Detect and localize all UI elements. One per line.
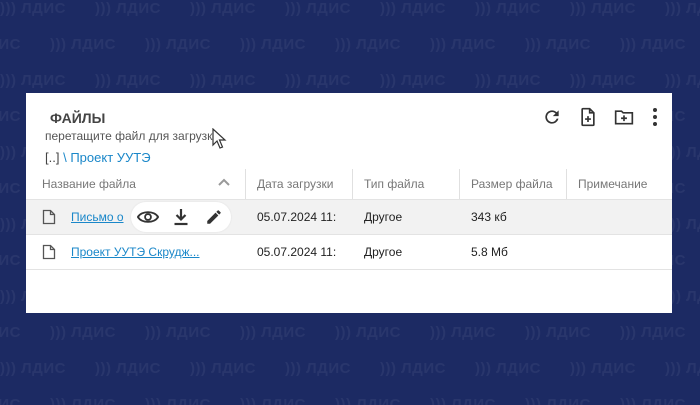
watermark-text: ))) ЛДИС (190, 360, 256, 377)
watermark-text: ))) ЛДИС (380, 0, 446, 17)
table-row[interactable]: Письмо о 05.07.2024 11: Другое 343 кб (26, 200, 672, 235)
add-folder-icon (614, 110, 634, 125)
watermark-text: ))) ЛДИС (0, 0, 66, 17)
watermark-text: ))) ЛДИС (0, 324, 21, 341)
watermark-text: ))) ЛДИС (620, 36, 686, 53)
watermark-text: ))) ЛДИС (0, 180, 21, 197)
view-icon (136, 211, 159, 223)
add-folder-button[interactable] (612, 105, 636, 129)
watermark-text: ))) ЛДИС (50, 396, 116, 405)
watermark-text: ))) ЛДИС (335, 36, 401, 53)
watermark-text: ))) ЛДИС (285, 360, 351, 377)
watermark-text: ))) ЛДИС (525, 324, 591, 341)
watermark-text: ))) ЛДИС (145, 36, 211, 53)
watermark-text: ))) ЛДИС (570, 72, 636, 89)
file-link[interactable]: Письмо о (71, 210, 124, 224)
file-type: Другое (364, 245, 403, 259)
files-panel: ФАЙЛЫ перетащите файл для загрузки. [..]… (26, 93, 672, 313)
watermark-text: ))) ЛДИС (475, 360, 541, 377)
watermark-text: ))) ЛДИС (665, 0, 700, 17)
watermark-text: ))) ЛДИС (0, 252, 21, 269)
watermark-text: ))) ЛДИС (380, 360, 446, 377)
table-row[interactable]: Проект УУТЭ Скрудж... 05.07.2024 11: Дру… (26, 235, 672, 270)
watermark-text: ))) ЛДИС (240, 324, 306, 341)
file-size: 5.8 Мб (471, 245, 508, 259)
watermark-text: ))) ЛДИС (620, 396, 686, 405)
watermark-text: ))) ЛДИС (525, 36, 591, 53)
watermark-text: ))) ЛДИС (335, 396, 401, 405)
file-type: Другое (364, 210, 403, 224)
upload-date: 05.07.2024 11: (257, 210, 337, 224)
breadcrumb-root[interactable]: [..] (45, 150, 59, 165)
watermark-text: ))) ЛДИС (95, 72, 161, 89)
edit-icon (207, 210, 222, 224)
watermark-text: ))) ЛДИС (240, 396, 306, 405)
upload-date: 05.07.2024 11: (257, 245, 337, 259)
watermark-text: ))) ЛДИС (285, 72, 351, 89)
watermark-text: ))) ЛДИС (190, 72, 256, 89)
watermark-text: ))) ЛДИС (0, 108, 21, 125)
file-icon (42, 244, 56, 260)
watermark-text: ))) ЛДИС (570, 360, 636, 377)
add-file-button[interactable] (576, 105, 600, 129)
column-label: Название файла (42, 177, 136, 191)
watermark-text: ))) ЛДИС (0, 72, 66, 89)
more-vert-icon (653, 108, 657, 126)
watermark-text: ))) ЛДИС (95, 360, 161, 377)
watermark-text: ))) ЛДИС (0, 360, 66, 377)
watermark-text: ))) ЛДИС (430, 324, 496, 341)
view-button[interactable] (136, 206, 159, 228)
watermark-text: ))) ЛДИС (190, 0, 256, 17)
watermark-text: ))) ЛДИС (95, 0, 161, 17)
watermark-text: ))) ЛДИС (145, 324, 211, 341)
download-icon (174, 209, 188, 226)
watermark-text: ))) ЛДИС (240, 36, 306, 53)
file-name-cell: Проект УУТЭ Скрудж... (26, 235, 246, 269)
column-header-date[interactable]: Дата загрузки (246, 169, 353, 199)
table-header: Название файла Дата загрузки Тип файла Р… (26, 169, 672, 200)
watermark-text: ))) ЛДИС (475, 72, 541, 89)
breadcrumb-separator: \ (63, 150, 67, 165)
sort-asc-icon[interactable] (217, 177, 231, 187)
file-size: 343 кб (471, 210, 507, 224)
watermark-text: ))) ЛДИС (380, 72, 446, 89)
watermark-text: ))) ЛДИС (50, 36, 116, 53)
column-header-type[interactable]: Тип файла (353, 169, 460, 199)
column-header-note[interactable]: Примечание (567, 169, 672, 199)
panel-title: ФАЙЛЫ (50, 110, 106, 126)
watermark-text: ))) ЛДИС (0, 36, 21, 53)
mouse-cursor-icon (212, 128, 227, 149)
watermark-text: ))) ЛДИС (0, 396, 21, 405)
breadcrumb-current: Проект УУТЭ (70, 150, 151, 165)
file-link[interactable]: Проект УУТЭ Скрудж... (71, 245, 199, 259)
watermark-text: ))) ЛДИС (50, 324, 116, 341)
more-button[interactable] (648, 105, 662, 129)
column-header-size[interactable]: Размер файла (460, 169, 567, 199)
row-actions (131, 202, 231, 232)
watermark-text: ))) ЛДИС (430, 36, 496, 53)
breadcrumb: [..] \ Проект УУТЭ (45, 150, 151, 165)
add-file-icon (581, 107, 595, 127)
watermark-text: ))) ЛДИС (665, 360, 700, 377)
watermark-text: ))) ЛДИС (475, 0, 541, 17)
file-icon (42, 209, 56, 225)
watermark-text: ))) ЛДИС (570, 0, 636, 17)
files-table: Название файла Дата загрузки Тип файла Р… (26, 169, 672, 270)
drop-hint: перетащите файл для загрузки. (45, 129, 223, 143)
watermark-text: ))) ЛДИС (430, 396, 496, 405)
watermark-text: ))) ЛДИС (145, 396, 211, 405)
column-header-name[interactable]: Название файла (26, 169, 246, 199)
watermark-text: ))) ЛДИС (285, 0, 351, 17)
refresh-icon (545, 110, 559, 124)
watermark-text: ))) ЛДИС (665, 72, 700, 89)
watermark-text: ))) ЛДИС (335, 324, 401, 341)
watermark-text: ))) ЛДИС (525, 396, 591, 405)
toolbar (540, 105, 662, 129)
refresh-button[interactable] (540, 105, 564, 129)
watermark-text: ))) ЛДИС (620, 324, 686, 341)
file-note (567, 235, 672, 269)
download-button[interactable] (170, 206, 192, 228)
file-note (567, 200, 672, 234)
edit-button[interactable] (203, 206, 225, 228)
